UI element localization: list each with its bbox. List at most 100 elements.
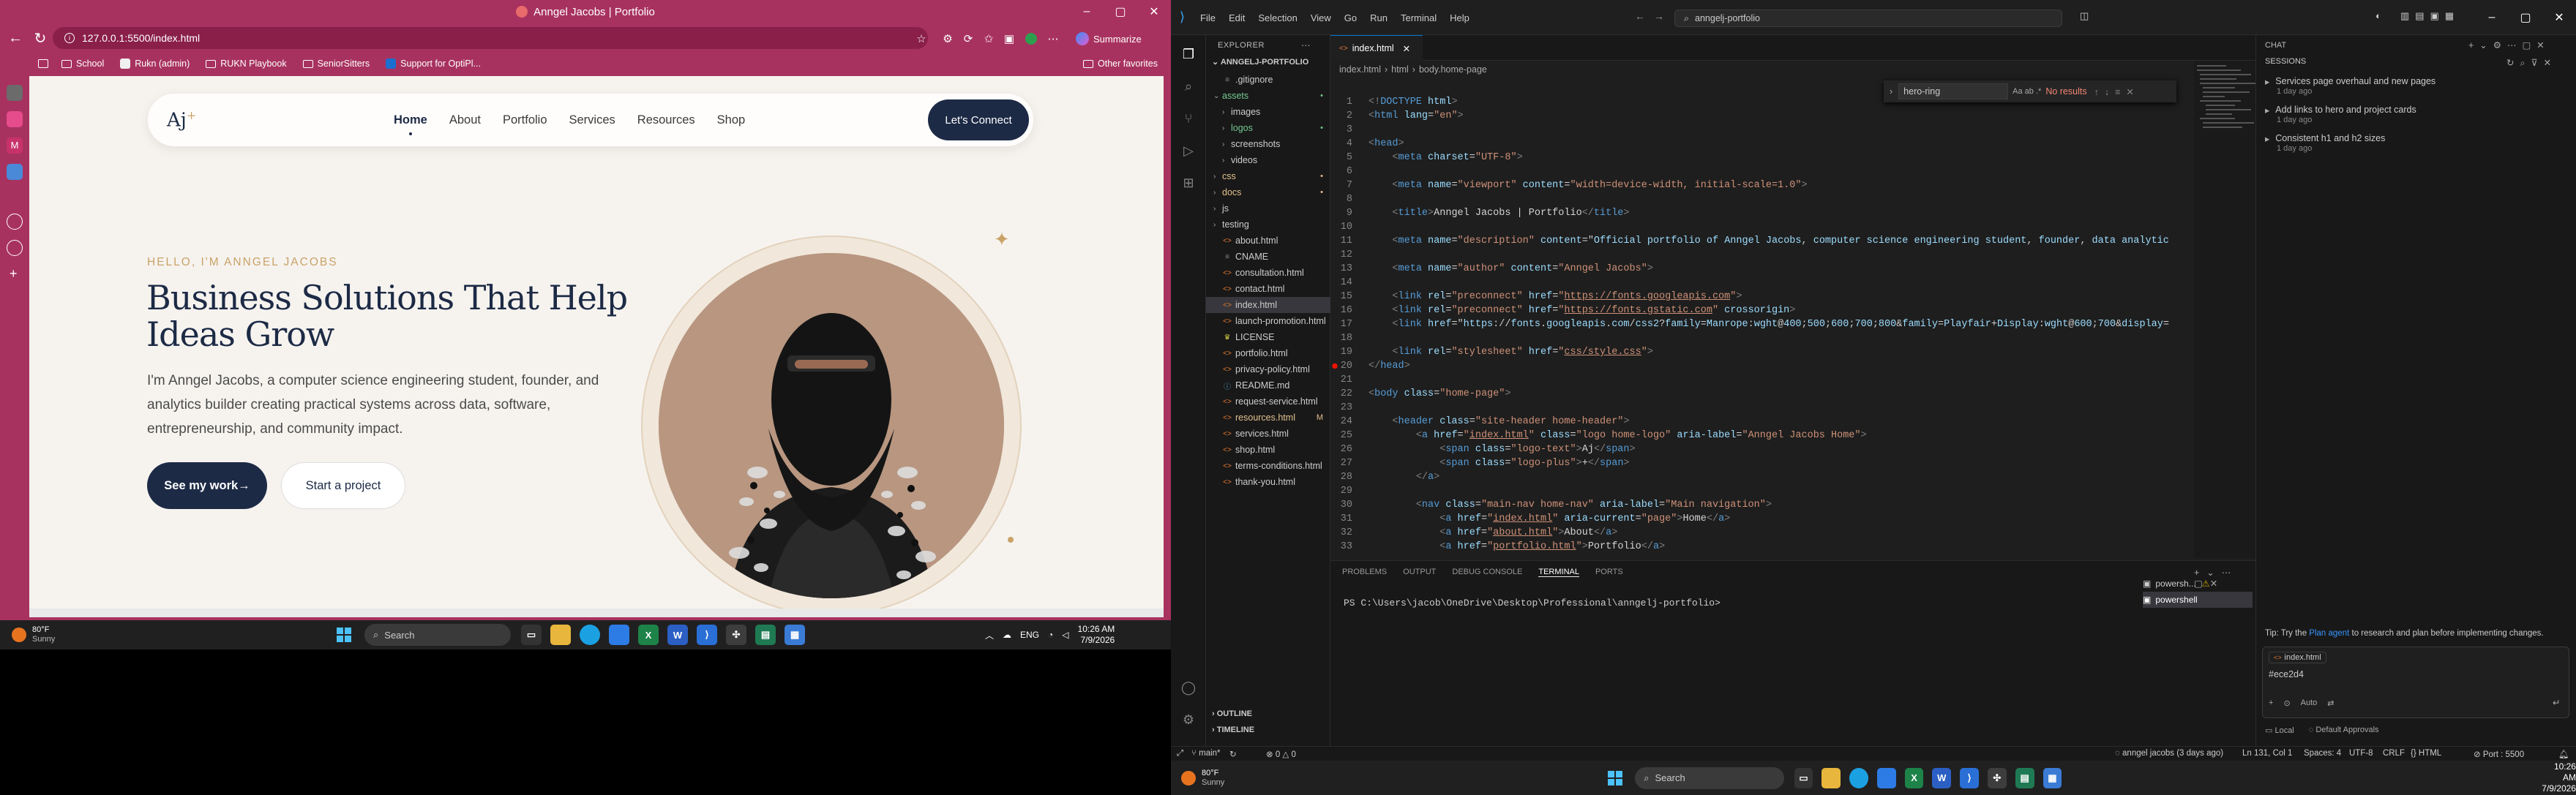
excel-icon[interactable]: X (1904, 767, 1924, 788)
language-mode[interactable]: {} HTML (2411, 749, 2441, 758)
terminal-item[interactable]: ▣ powersh... ⚠ (2143, 576, 2253, 592)
file-tree-item[interactable]: › images (1206, 104, 1330, 120)
app-icon[interactable]: ✣ (1987, 767, 2007, 788)
file-tree-item[interactable]: <> request-service.html (1206, 393, 1330, 410)
explorer-icon[interactable]: ❐ (1180, 45, 1197, 63)
account-icon[interactable]: ◯ (1180, 679, 1197, 696)
code-line[interactable]: 20 </head> (1330, 359, 2255, 373)
chat-input-box[interactable]: <> index.html #ece2d4 + ⊙ Auto ⇄ ↵ (2262, 647, 2569, 718)
code-line[interactable]: 27 <span class="logo-plus">+</span> (1330, 456, 2255, 470)
code-line[interactable]: 3 (1330, 123, 2255, 137)
weather-widget[interactable]: 80°F Sunny (1181, 769, 1262, 788)
bookmark-rukn-playbook[interactable]: RUKN Playbook (206, 59, 287, 69)
add-icon[interactable]: + (10, 266, 18, 282)
encoding[interactable]: UTF-8 (2349, 749, 2373, 758)
command-center[interactable]: ⌕ anngelj-portfolio (1674, 10, 2062, 27)
tab-problems[interactable]: PROBLEMS (1342, 568, 1387, 576)
code-line[interactable]: 23 (1330, 401, 2255, 415)
code-line[interactable]: 5 <meta charset="UTF-8"> (1330, 151, 2255, 165)
cursor-position[interactable]: Ln 131, Col 1 (2242, 749, 2292, 758)
menu-view[interactable]: View (1311, 12, 1331, 23)
file-tree-item[interactable]: ≡ .gitignore (1206, 72, 1330, 88)
chevron-right-icon[interactable]: › (1890, 86, 1892, 97)
file-tree-item[interactable]: <> portfolio.html (1206, 345, 1330, 361)
sidebar-app-icon[interactable] (7, 240, 23, 256)
menu-terminal[interactable]: Terminal (1401, 12, 1437, 23)
minimap[interactable] (2194, 61, 2255, 558)
language-indicator[interactable]: ENG (1020, 630, 1039, 640)
extensions-icon[interactable]: ⊞ (1180, 174, 1197, 192)
sidebar-app-icon[interactable] (7, 164, 23, 180)
cloud-icon[interactable]: ☁ (1003, 630, 1011, 640)
sidebar-app-icon[interactable] (7, 85, 23, 101)
favorites-icon[interactable]: ✩ (979, 29, 998, 48)
file-tree-item[interactable]: <> privacy-policy.html (1206, 361, 1330, 377)
app-icon[interactable]: ▤ (2015, 767, 2034, 788)
code-line[interactable]: 31 <a href="index.html" aria-current="pa… (1330, 512, 2255, 526)
code-line[interactable]: 11 <meta name="description" content="Off… (1330, 234, 2255, 248)
tab-ports[interactable]: PORTS (1595, 568, 1623, 576)
terminal-item[interactable]: ▣ powershell (2143, 592, 2253, 608)
code-line[interactable]: 9 <title>Anngel Jacobs | Portfolio</titl… (1330, 206, 2255, 220)
breadcrumb-body[interactable]: body.home-page (1419, 64, 1487, 75)
excel-icon[interactable]: X (638, 625, 659, 645)
search-icon[interactable]: ⌕ (1180, 78, 1197, 95)
file-tree-item[interactable]: › screenshots (1206, 136, 1330, 152)
close-icon[interactable]: ✕ (1137, 0, 1171, 23)
sync-icon[interactable]: ↻ (1229, 749, 1237, 759)
back-icon[interactable]: ← (3, 26, 28, 50)
file-tree-item[interactable]: <> consultation.html (1206, 265, 1330, 281)
word-icon[interactable]: W (667, 625, 688, 645)
file-tree-item[interactable]: › docs • (1206, 184, 1330, 200)
code-line[interactable]: 13 <meta name="author" content="Anngel J… (1330, 262, 2255, 276)
site-logo[interactable]: Aj+ (167, 108, 196, 132)
find-options[interactable]: Aa ab .* (2012, 87, 2041, 96)
tools-icon[interactable]: ⊙ (2283, 698, 2290, 708)
eol[interactable]: CRLF (2383, 749, 2405, 758)
terminal-output[interactable]: PS C:\Users\jacob\OneDrive\Desktop\Profe… (1344, 598, 1721, 609)
site-info-icon[interactable]: i (64, 33, 75, 43)
menu-run[interactable]: Run (1370, 12, 1388, 23)
chat-session-item[interactable]: ▸ Add links to hero and project cards 1 da… (2265, 105, 2565, 124)
local-toggle[interactable]: ▭ Local (2265, 726, 2294, 735)
code-line[interactable]: 33 <a href="portfolio.html">Portfolio</a… (1330, 540, 2255, 554)
file-tree-item[interactable]: › js (1206, 200, 1330, 216)
source-control-icon[interactable]: ⑂ (1180, 110, 1197, 127)
breadcrumb-html[interactable]: html (1391, 64, 1409, 75)
taskbar-search[interactable]: ⌕ Search (1635, 766, 1784, 789)
chevron-up-icon[interactable]: ︿ (985, 629, 994, 641)
code-editor[interactable]: 1 <!DOCTYPE html> 2 <html lang="en"> 3 4 <head… (1330, 95, 2255, 563)
app-icon[interactable]: ▦ (2043, 767, 2062, 788)
sidebar-app-icon[interactable] (7, 111, 23, 127)
start-project-button[interactable]: Start a project (281, 462, 405, 509)
vscode-icon[interactable]: ⟩ (1960, 767, 1979, 788)
code-line[interactable]: 22 <body class="home-page"> (1330, 387, 2255, 401)
outlook-icon[interactable] (1876, 767, 1896, 788)
send-icon[interactable]: ↵ (2553, 697, 2560, 708)
add-context-icon[interactable]: + (2269, 698, 2273, 708)
code-line[interactable]: 19 <link rel="stylesheet" href="css/styl… (1330, 345, 2255, 359)
bookmark-seniorsitters[interactable]: SeniorSitters (302, 59, 370, 69)
favorite-star-icon[interactable]: ☆ (912, 29, 931, 48)
git-blame[interactable]: ◌ anngel jacobs (3 days ago) (2115, 749, 2223, 758)
see-my-work-button[interactable]: See my work→ (147, 462, 267, 509)
nav-about[interactable]: About (449, 113, 481, 127)
task-view-icon[interactable]: ▭ (1794, 767, 1813, 788)
layout-icons[interactable]: ▥▤▣▦ (2400, 10, 2460, 22)
start-icon[interactable] (1606, 768, 1625, 788)
remote-icon[interactable]: ⤢ (1177, 749, 1183, 758)
close-icon[interactable]: ✕ (2542, 6, 2576, 29)
mode-picker[interactable]: Auto (2301, 698, 2318, 708)
word-icon[interactable]: W (1932, 767, 1952, 788)
start-icon[interactable] (334, 625, 354, 645)
code-line[interactable]: 14 (1330, 276, 2255, 290)
code-line[interactable]: 17 <link href="https://fonts.googleapis.… (1330, 317, 2255, 331)
file-tree-item[interactable]: › testing (1206, 216, 1330, 233)
code-line[interactable]: 25 <a href="index.html" class="logo home… (1330, 429, 2255, 442)
file-tree-item[interactable]: ⓘ README.md (1206, 377, 1330, 393)
profile-icon[interactable] (1022, 29, 1041, 48)
edge-icon[interactable] (1849, 767, 1868, 788)
menu-selection[interactable]: Selection (1258, 12, 1297, 23)
file-tree-item[interactable]: <> contact.html (1206, 281, 1330, 297)
nav-portfolio[interactable]: Portfolio (503, 113, 547, 127)
